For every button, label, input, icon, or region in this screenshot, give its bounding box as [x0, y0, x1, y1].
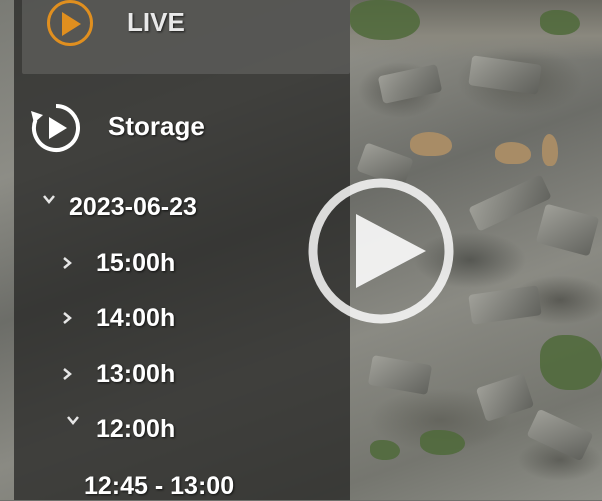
chevron-right-icon: [63, 257, 72, 269]
chevron-down-icon: [67, 416, 79, 425]
play-icon[interactable]: [306, 176, 456, 326]
grass-patch: [370, 440, 400, 460]
rock: [468, 285, 542, 325]
grass-patch: [540, 335, 602, 390]
rock: [535, 203, 600, 257]
hour-label: 13:00h: [96, 360, 176, 388]
ibex: [495, 142, 531, 164]
rock: [526, 408, 594, 462]
recording-range-item[interactable]: 12:45 - 13:00: [84, 472, 234, 501]
recording-menu: [14, 0, 350, 500]
live-menu-item[interactable]: LIVE: [22, 0, 350, 74]
date-label: 2023-06-23: [69, 193, 197, 221]
grass-patch: [540, 10, 580, 35]
live-label: LIVE: [127, 7, 185, 37]
ibex: [542, 134, 558, 166]
ibex: [410, 132, 452, 156]
chevron-right-icon: [63, 312, 72, 324]
replay-circle-icon: [31, 104, 80, 152]
hour-label: 14:00h: [96, 304, 176, 332]
rock: [377, 64, 443, 104]
rock: [468, 174, 552, 232]
rock: [367, 355, 433, 395]
grass-patch: [420, 430, 465, 455]
chevron-down-icon: [43, 195, 55, 204]
hour-label: 15:00h: [96, 249, 176, 277]
rock: [475, 373, 535, 422]
chevron-right-icon: [63, 368, 72, 380]
storage-label: Storage: [108, 111, 205, 141]
rock: [468, 55, 542, 95]
grass-patch: [350, 0, 420, 40]
play-circle-icon: [47, 0, 93, 46]
hour-label: 12:00h: [96, 415, 176, 443]
play-icon: [62, 12, 81, 36]
